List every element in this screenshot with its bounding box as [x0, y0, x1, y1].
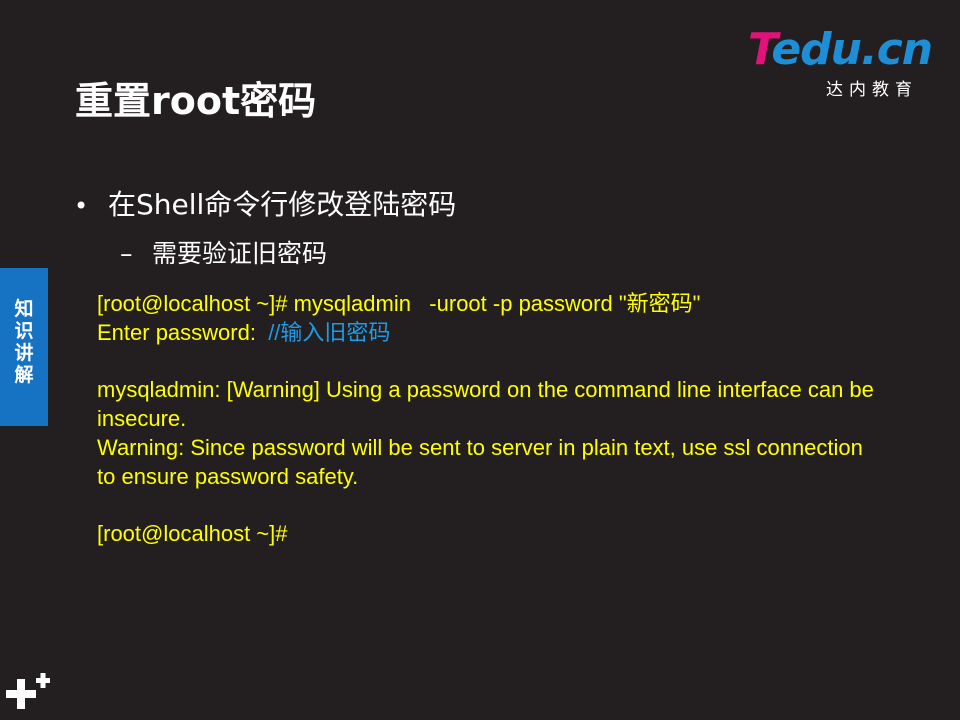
side-tab-char: 解: [14, 364, 34, 386]
terminal-password-line: Enter password: //输入旧密码: [97, 319, 937, 348]
bullet-dash-icon: –: [120, 239, 133, 268]
tedu-logo: Tedu.cn 达内教育: [748, 24, 938, 101]
bullet-level-1: • 在Shell命令行修改登陆密码: [74, 183, 456, 223]
plus-plus-icon: [6, 673, 50, 709]
terminal-prompt-line: [root@localhost ~]#: [97, 521, 288, 547]
side-tab-char: 识: [14, 320, 34, 342]
terminal-comment: //输入旧密码: [268, 319, 391, 345]
side-tab-char: 讲: [14, 342, 34, 364]
terminal-password-prompt: Enter password:: [97, 319, 269, 345]
bullet-level-2-text: 需要验证旧密码: [152, 239, 328, 268]
terminal-warning-2: Warning: Since password will be sent to …: [97, 434, 863, 489]
bullet-level-2: – 需要验证旧密码: [120, 234, 327, 270]
terminal-command-line: [root@localhost ~]# mysqladmin -uroot -p…: [97, 291, 701, 316]
logo-domain: edu.cn: [771, 24, 933, 75]
side-tab-char: 知: [14, 298, 34, 320]
bullet-dot-icon: •: [74, 192, 89, 220]
logo-t: T: [748, 24, 772, 75]
logo-subtitle: 达内教育: [826, 80, 918, 100]
logo-wordmark: Tedu.cn: [748, 24, 933, 75]
slide-title: 重置root密码: [75, 79, 317, 123]
bullet-level-1-text: 在Shell命令行修改登陆密码: [108, 188, 457, 221]
terminal-warning-1: mysqladmin: [Warning] Using a password o…: [97, 377, 874, 432]
terminal-output: [root@localhost ~]# mysqladmin -uroot -p…: [97, 290, 937, 549]
side-tab-knowledge: 知 识 讲 解: [0, 268, 48, 426]
